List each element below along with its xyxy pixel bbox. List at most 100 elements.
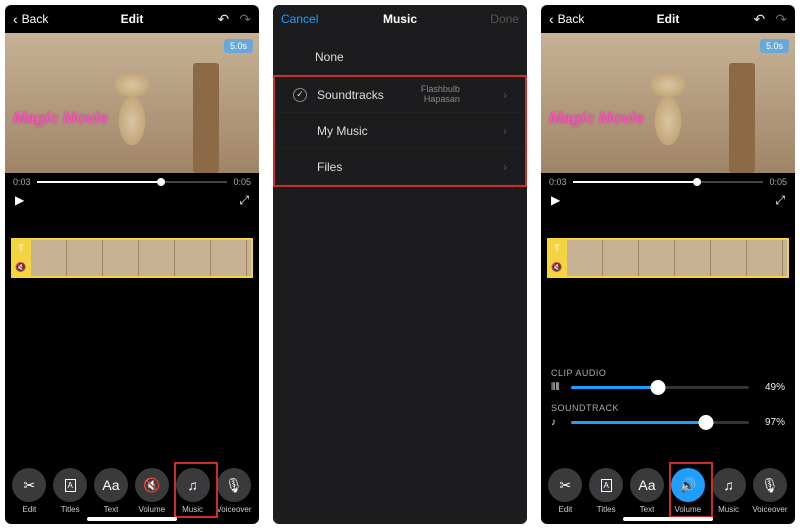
timeline[interactable]: T🔇 — [541, 238, 795, 278]
toolbar: ✂ Edit A Titles Aa Text 🔊 Volume ♫ Music 🎙 Voi… — [541, 468, 795, 514]
row-label: Soundtracks — [317, 88, 384, 102]
waveform-icon: ⦀⦀ — [551, 382, 565, 393]
row-subtitle: FlashbulbHapasan — [421, 85, 460, 105]
expand-icon[interactable]: ⤢ — [775, 193, 785, 208]
music-row-none[interactable]: None — [273, 39, 527, 75]
timeline[interactable]: T🔇 — [5, 238, 259, 278]
tool-label: Music — [718, 505, 739, 514]
redo-icon[interactable]: ↷ — [239, 11, 251, 28]
nav-bar: ‹ Back Edit ↶ ↷ — [5, 5, 259, 33]
tool-edit[interactable]: ✂ Edit — [548, 468, 582, 514]
tool-volume[interactable]: 🔊 Volume — [671, 468, 705, 514]
slider-label: SOUNDTRACK — [551, 403, 785, 413]
title-card-icon: A — [601, 479, 612, 492]
tool-text[interactable]: Aa Text — [630, 468, 664, 514]
clip-audio-slider[interactable]: CLIP AUDIO ⦀⦀ 49% — [551, 368, 785, 393]
highlight-box: ✓ Soundtracks FlashbulbHapasan › My Musi… — [273, 75, 527, 187]
undo-icon[interactable]: ↶ — [754, 11, 766, 28]
microphone-icon: 🎙 — [761, 477, 779, 494]
music-note-icon: ♫ — [723, 477, 734, 493]
video-preview[interactable]: 5.0s Magic Movie — [541, 33, 795, 173]
speaker-icon: 🔊 — [679, 477, 696, 494]
scrubber[interactable]: 0:03 0:05 — [5, 173, 259, 191]
volume-panel: CLIP AUDIO ⦀⦀ 49% SOUNDTRACK ♪ 97% — [551, 368, 785, 438]
chevron-right-icon: › — [503, 88, 507, 102]
redo-icon[interactable]: ↷ — [775, 11, 787, 28]
tool-edit[interactable]: ✂ Edit — [12, 468, 46, 514]
nav-title: Music — [383, 12, 417, 26]
back-button[interactable]: ‹ Back — [13, 11, 73, 27]
music-list: None ✓ Soundtracks FlashbulbHapasan › My… — [273, 33, 527, 187]
row-label: Files — [317, 160, 342, 174]
done-button[interactable]: Done — [490, 12, 519, 26]
scissors-icon: ✂ — [24, 477, 36, 494]
clip-thumbs[interactable] — [31, 238, 253, 278]
tool-label: Music — [182, 505, 203, 514]
text-icon: Aa — [638, 477, 655, 493]
row-label: None — [315, 50, 344, 64]
tool-titles[interactable]: A Titles — [53, 468, 87, 514]
clip-head: T🔇 — [11, 238, 31, 278]
tool-music[interactable]: ♫ Music — [176, 468, 210, 514]
play-icon[interactable]: ▶ — [551, 193, 560, 208]
tool-volume[interactable]: 🔇 Volume — [135, 468, 169, 514]
slider-label: CLIP AUDIO — [551, 368, 785, 378]
play-icon[interactable]: ▶ — [15, 193, 24, 208]
undo-icon[interactable]: ↶ — [218, 11, 230, 28]
title-card-icon: A — [65, 479, 76, 492]
duration-badge: 5.0s — [224, 39, 253, 53]
back-label: Back — [558, 12, 585, 26]
slider-value: 49% — [755, 382, 785, 393]
tool-label: Voiceover — [752, 505, 787, 514]
video-preview[interactable]: 5.0s Magic Movie — [5, 33, 259, 173]
tool-label: Text — [640, 505, 655, 514]
time-total: 0:05 — [769, 177, 787, 187]
tool-voiceover[interactable]: 🎙 Voiceover — [216, 468, 251, 514]
tool-label: Titles — [61, 505, 80, 514]
tool-label: Edit — [22, 505, 36, 514]
time-total: 0:05 — [233, 177, 251, 187]
checkmark-icon: ✓ — [293, 88, 307, 102]
tool-label: Volume — [674, 505, 701, 514]
music-note-icon: ♪ — [551, 417, 565, 428]
text-icon: Aa — [102, 477, 119, 493]
chevron-right-icon: › — [503, 160, 507, 174]
clip-thumbs[interactable] — [567, 238, 789, 278]
back-button[interactable]: ‹ Back — [549, 11, 609, 27]
music-row-files[interactable]: Files › — [275, 149, 525, 185]
nav-bar: ‹ Back Edit ↶ ↷ — [541, 5, 795, 33]
tool-label: Edit — [558, 505, 572, 514]
nav-title: Edit — [657, 12, 680, 26]
chevron-right-icon: › — [503, 124, 507, 138]
music-note-icon: ♫ — [187, 477, 198, 493]
time-current: 0:03 — [549, 177, 567, 187]
back-label: Back — [22, 12, 49, 26]
home-indicator — [87, 517, 177, 521]
nav-title: Edit — [121, 12, 144, 26]
microphone-icon: 🎙 — [225, 477, 243, 494]
tool-voiceover[interactable]: 🎙 Voiceover — [752, 468, 787, 514]
editor-screen-volume: ‹ Back Edit ↶ ↷ 5.0s Magic Movie 0:03 0:… — [541, 5, 795, 524]
tool-label: Text — [104, 505, 119, 514]
tool-label: Titles — [597, 505, 616, 514]
time-current: 0:03 — [13, 177, 31, 187]
tool-titles[interactable]: A Titles — [589, 468, 623, 514]
music-picker-screen: Cancel Music Done None ✓ Soundtracks Fla… — [273, 5, 527, 524]
speaker-mute-icon: 🔇 — [143, 477, 160, 494]
chevron-left-icon: ‹ — [13, 11, 18, 27]
soundtrack-slider[interactable]: SOUNDTRACK ♪ 97% — [551, 403, 785, 428]
expand-icon[interactable]: ⤢ — [239, 193, 249, 208]
tool-label: Volume — [138, 505, 165, 514]
cancel-button[interactable]: Cancel — [281, 12, 318, 26]
tool-label: Voiceover — [216, 505, 251, 514]
chevron-left-icon: ‹ — [549, 11, 554, 27]
scissors-icon: ✂ — [560, 477, 572, 494]
slider-value: 97% — [755, 417, 785, 428]
title-overlay: Magic Movie — [13, 110, 108, 128]
scrubber[interactable]: 0:03 0:05 — [541, 173, 795, 191]
tool-text[interactable]: Aa Text — [94, 468, 128, 514]
toolbar: ✂ Edit A Titles Aa Text 🔇 Volume ♫ Music 🎙 Voi… — [5, 468, 259, 514]
music-row-mymusic[interactable]: My Music › — [275, 113, 525, 149]
music-row-soundtracks[interactable]: ✓ Soundtracks FlashbulbHapasan › — [275, 77, 525, 113]
tool-music[interactable]: ♫ Music — [712, 468, 746, 514]
